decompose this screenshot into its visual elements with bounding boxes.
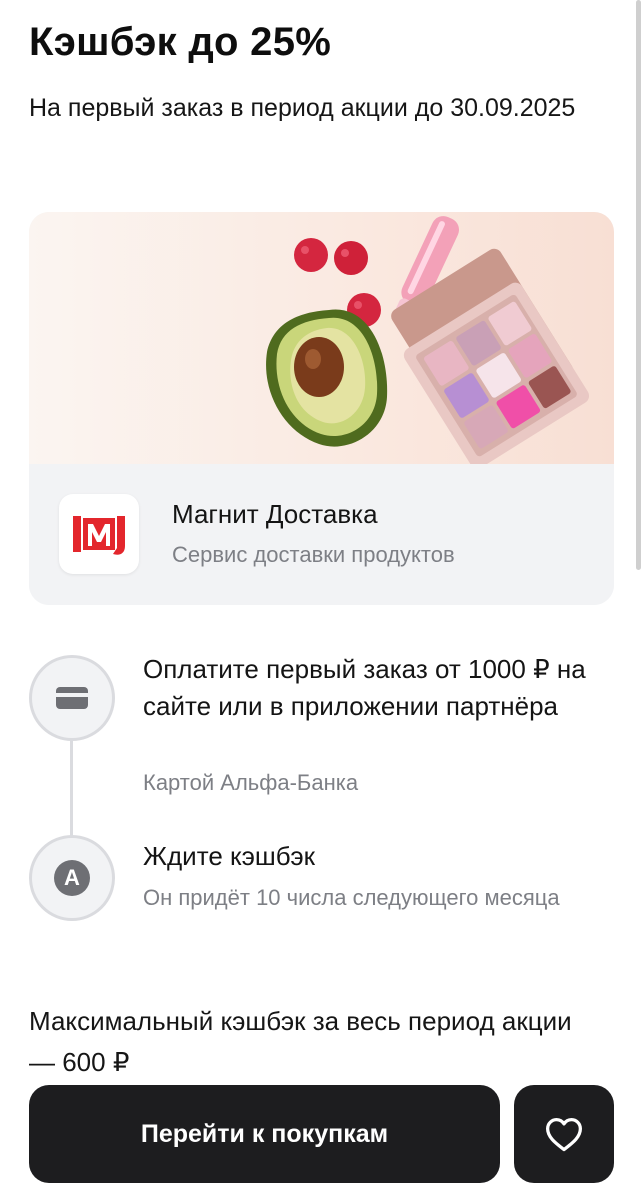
step-1-icon-circle xyxy=(29,655,115,741)
step-1-note: Картой Альфа-Банка xyxy=(143,770,359,795)
partner-card[interactable]: Магнит Доставка Сервис доставки продукто… xyxy=(29,212,614,605)
partner-banner-image xyxy=(29,212,614,464)
magnit-logo-mark xyxy=(73,516,125,555)
partner-name: Магнит Доставка xyxy=(172,499,378,529)
heart-icon xyxy=(546,1117,582,1152)
favorite-button[interactable] xyxy=(514,1085,614,1183)
page-subtitle: На первый заказ в период акции до 30.09.… xyxy=(29,94,576,122)
page-title: Кэшбэк до 25% xyxy=(29,20,332,64)
step-1-title: Оплатите первый заказ от 1000 ₽ на сайте… xyxy=(143,654,586,721)
magnit-logo xyxy=(59,494,139,574)
scrollbar[interactable] xyxy=(636,0,641,570)
partner-description: Сервис доставки продуктов xyxy=(172,542,455,567)
steps-list: Оплатите первый заказ от 1000 ₽ на сайте… xyxy=(29,650,614,960)
step-2-title: Ждите кэшбэк xyxy=(143,841,316,871)
banner-illustration xyxy=(266,216,590,464)
max-cashback-text: Максимальный кэшбэк за весь период акции… xyxy=(29,1006,572,1077)
card-icon xyxy=(56,687,88,709)
alfa-bank-icon: А xyxy=(54,860,90,896)
step-2-note: Он придёт 10 числа следующего месяца xyxy=(143,885,560,910)
partner-info: Магнит Доставка Сервис доставки продукто… xyxy=(29,464,614,605)
go-shopping-label: Перейти к покупкам xyxy=(140,1119,389,1148)
avocado-illustration xyxy=(266,309,388,447)
go-shopping-button[interactable]: Перейти к покупкам xyxy=(29,1085,500,1183)
step-2-icon-circle: А xyxy=(29,835,115,921)
